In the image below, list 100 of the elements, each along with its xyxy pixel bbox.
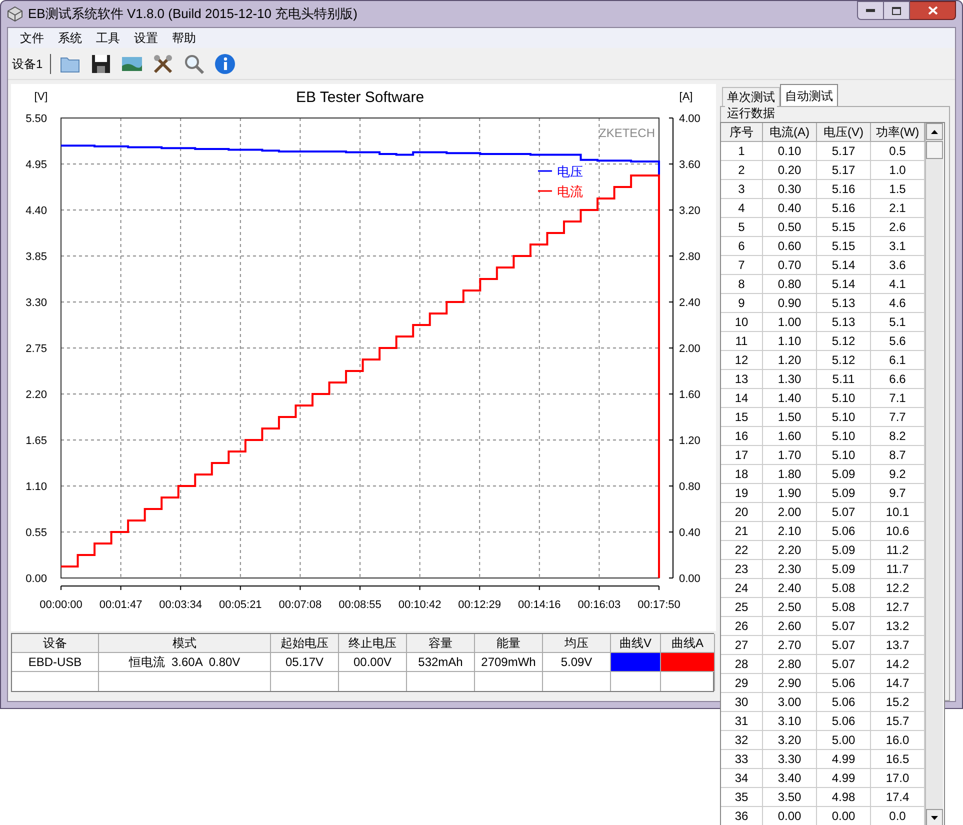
tick-label: 00:17:50 xyxy=(638,599,680,611)
close-button[interactable] xyxy=(910,1,956,20)
table-cell: 2.00 xyxy=(763,503,817,522)
table-cell: 5.12 xyxy=(817,332,871,351)
table-cell: 3.30 xyxy=(763,750,817,769)
maximize-button[interactable] xyxy=(884,1,910,20)
column-header: 电流(A) xyxy=(763,123,817,142)
table-cell: 0.70 xyxy=(763,256,817,275)
table-cell: 5.15 xyxy=(817,218,871,237)
table-cell: 4 xyxy=(721,199,763,218)
table-cell: 00.00V xyxy=(339,653,407,672)
table-cell: 0.20 xyxy=(763,161,817,180)
tick-label: 00:10:42 xyxy=(398,599,442,611)
table-cell: 15 xyxy=(721,408,763,427)
table-cell: 17 xyxy=(721,446,763,465)
table-cell: 5.07 xyxy=(817,655,871,674)
scrollbar[interactable] xyxy=(925,123,943,825)
table-cell: 24 xyxy=(721,579,763,598)
table-cell: 2.60 xyxy=(763,617,817,636)
table-cell: 2.50 xyxy=(763,598,817,617)
tick-label: 00:03:34 xyxy=(159,599,202,611)
table-cell: 1 xyxy=(721,142,763,161)
table-cell: 4.99 xyxy=(817,750,871,769)
table-cell: 3.50 xyxy=(763,788,817,807)
tick-label: 0.80 xyxy=(679,481,700,493)
column-header: 曲线A xyxy=(661,634,715,653)
table-cell: 2.10 xyxy=(763,522,817,541)
tick-label: 00:16:03 xyxy=(578,599,621,611)
scroll-up-icon[interactable] xyxy=(931,130,938,134)
column-header: 均压 xyxy=(543,634,611,653)
app-icon xyxy=(7,6,23,22)
table-cell: 5.07 xyxy=(817,617,871,636)
table-cell: 5.16 xyxy=(817,199,871,218)
column-header: 设备 xyxy=(12,634,99,653)
close-icon[interactable] xyxy=(928,6,938,15)
table-cell: 5.06 xyxy=(817,693,871,712)
table-cell: 3 xyxy=(721,180,763,199)
table-cell: 5.10 xyxy=(817,446,871,465)
table-cell: 1.90 xyxy=(763,484,817,503)
table-cell: 2 xyxy=(721,161,763,180)
column-header: 电压(V) xyxy=(817,123,871,142)
tick-label: 2.75 xyxy=(26,343,47,355)
table-cell: 2.70 xyxy=(763,636,817,655)
table-cell: 1.70 xyxy=(763,446,817,465)
table-cell: 20 xyxy=(721,503,763,522)
minimize-button[interactable] xyxy=(857,1,884,20)
table-cell: 0.30 xyxy=(763,180,817,199)
tab[interactable]: 单次测试 xyxy=(722,87,780,106)
menu-item[interactable]: 设置 xyxy=(128,29,164,47)
table-cell: 1.10 xyxy=(763,332,817,351)
table-cell: 7 xyxy=(721,256,763,275)
tick-label: 2.40 xyxy=(679,297,700,309)
menu-item[interactable]: 帮助 xyxy=(166,29,202,47)
menu-item[interactable]: 工具 xyxy=(90,29,126,47)
tick-label: 00:07:08 xyxy=(278,599,322,611)
tick-label: 00:14:16 xyxy=(518,599,561,611)
table-cell: 9 xyxy=(721,294,763,313)
table-cell: 5.17 xyxy=(817,142,871,161)
column-header: 序号 xyxy=(721,123,763,142)
table-cell: 0.00 xyxy=(817,807,871,825)
table-cell: 6 xyxy=(721,237,763,256)
table-cell: 31 xyxy=(721,712,763,731)
menu-item[interactable]: 系统 xyxy=(52,29,88,47)
tick-label: 5.50 xyxy=(26,113,47,125)
table-cell: 5.17 xyxy=(817,161,871,180)
table-cell: 0.00 xyxy=(763,807,817,825)
table-cell: 0.10 xyxy=(763,142,817,161)
chart-title: EB Tester Software xyxy=(296,89,424,106)
column-header: 功率(W) xyxy=(871,123,925,142)
scroll-thumb[interactable] xyxy=(926,141,943,159)
info-icon[interactable] xyxy=(212,52,237,76)
tick-label: 4.95 xyxy=(26,159,47,171)
column-header: 能量 xyxy=(475,634,543,653)
table-cell: 8 xyxy=(721,275,763,294)
tab[interactable]: 自动测试 xyxy=(780,84,838,106)
table-cell: 5.14 xyxy=(817,275,871,294)
table-cell: 5.12 xyxy=(817,351,871,370)
table-cell: 5.16 xyxy=(817,180,871,199)
table-cell: 32 xyxy=(721,731,763,750)
tick-label: 2.00 xyxy=(679,343,700,355)
menu-item[interactable]: 文件 xyxy=(14,29,50,47)
table-cell: 5.10 xyxy=(817,427,871,446)
tick-label: 0.00 xyxy=(679,573,700,585)
table-cell: 35 xyxy=(721,788,763,807)
tick-label: 2.20 xyxy=(26,389,47,401)
table-cell: 36 xyxy=(721,807,763,825)
table-cell: 1.00 xyxy=(763,313,817,332)
table-cell: 27 xyxy=(721,636,763,655)
table-cell: 5.07 xyxy=(817,636,871,655)
table-cell: 2709mWh xyxy=(475,653,543,672)
table-cell: 2.30 xyxy=(763,560,817,579)
table-cell: 5.08 xyxy=(817,598,871,617)
tick-label: 4.40 xyxy=(26,205,47,217)
scroll-down-icon[interactable] xyxy=(931,816,938,820)
device-label: 设备1 xyxy=(12,56,43,72)
table-cell: 532mAh xyxy=(407,653,475,672)
table-cell: 34 xyxy=(721,769,763,788)
table-cell: 26 xyxy=(721,617,763,636)
table-cell: 25 xyxy=(721,598,763,617)
table-cell: 10 xyxy=(721,313,763,332)
